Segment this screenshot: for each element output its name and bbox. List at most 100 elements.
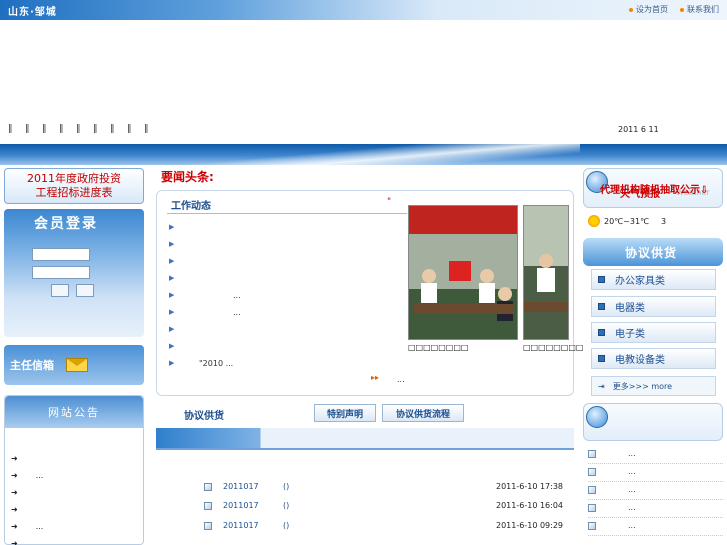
notice-item[interactable]: ➜	[11, 454, 36, 463]
doc-icon	[588, 522, 596, 530]
sun-icon	[588, 215, 600, 227]
nav-item[interactable]: ‖	[42, 124, 59, 134]
category-electronics[interactable]: 电子类	[591, 322, 716, 343]
news-item[interactable]: ▶	[169, 240, 199, 248]
supply-strip	[156, 428, 574, 448]
news-item[interactable]: ▶...	[169, 291, 241, 300]
divider	[167, 213, 407, 214]
banner-line-2: 工程招标进度表	[35, 186, 113, 199]
nav-items: ‖ ‖ ‖ ‖ ‖ ‖ ‖ ‖ ‖	[8, 124, 161, 134]
contact-us-label: 联系我们	[687, 5, 719, 14]
notice-item[interactable]: ➜	[11, 488, 36, 497]
triangle-icon: ▶	[169, 223, 175, 231]
notice-item[interactable]: ➜	[11, 539, 36, 545]
set-homepage-label: 设为首页	[636, 5, 668, 14]
nav-item[interactable]: ‖	[76, 124, 93, 134]
triangle-icon: ▶	[169, 291, 175, 299]
arrow-icon: ➜	[11, 454, 18, 463]
photo-caption[interactable]: □□□□□□□□	[523, 343, 583, 352]
news-item[interactable]: ▶...	[169, 308, 241, 317]
category-icon	[598, 329, 605, 336]
triangle-icon: ▶	[169, 274, 175, 282]
agency-row[interactable]: ...	[588, 483, 723, 500]
category-electrical[interactable]: 电器类	[591, 296, 716, 317]
quote-mark: "	[387, 197, 392, 207]
notice-item[interactable]: ➜	[11, 505, 36, 514]
news-item[interactable]: ▶	[169, 325, 199, 333]
category-icon	[598, 276, 605, 283]
meeting-photo-image	[409, 206, 517, 339]
notice-title: 网站公告	[5, 396, 143, 428]
register-button[interactable]	[76, 284, 94, 297]
nav-item[interactable]: ‖	[144, 124, 161, 134]
more-link[interactable]: ...	[397, 375, 405, 384]
nav-item[interactable]: ‖	[59, 124, 76, 134]
news-item[interactable]: ▶	[169, 274, 199, 282]
category-icon	[598, 303, 605, 310]
page: 山东·邹城 设为首页 联系我们 ‖ ‖ ‖ ‖ ‖ ‖ ‖ ‖ ‖ 2011 6…	[0, 0, 727, 545]
top-links: 设为首页 联系我们	[629, 4, 719, 15]
doc-icon	[588, 504, 596, 512]
agency-row[interactable]: ...	[588, 447, 723, 464]
left-column: 2011年度政府投资 工程招标进度表 会员登录 主任信箱 网站公告 ➜ ➜...…	[0, 165, 150, 545]
doc-icon	[204, 522, 212, 530]
arrow-icon: ➜	[11, 539, 18, 545]
photo-caption[interactable]: □□□□□□□□	[408, 343, 468, 352]
more-arrow-icon[interactable]: ▸▸	[371, 373, 379, 382]
triangle-icon: ▶	[169, 359, 175, 367]
nav-item[interactable]: ‖	[93, 124, 110, 134]
main-nav: ‖ ‖ ‖ ‖ ‖ ‖ ‖ ‖ ‖ 2011 6 11	[0, 118, 727, 142]
right-column: 天气预报 Weather 20℃~31℃ 3 协议供货 办公家具类 电器类 电子…	[580, 165, 727, 545]
triangle-icon: ▶	[169, 240, 175, 248]
supply-category-banner[interactable]: 协议供货	[583, 238, 723, 266]
investment-schedule-banner[interactable]: 2011年度政府投资 工程招标进度表	[4, 168, 144, 204]
password-input[interactable]	[32, 266, 90, 279]
agency-row[interactable]: ...	[588, 519, 723, 536]
meeting-photo-image	[524, 206, 568, 339]
bullet-icon	[680, 7, 684, 12]
doc-icon	[204, 483, 212, 491]
category-icon	[598, 355, 605, 362]
agency-selection-panel	[583, 403, 723, 441]
news-item[interactable]: ▶	[169, 257, 199, 265]
agency-row[interactable]: ...	[588, 501, 723, 518]
news-photo-meeting[interactable]	[408, 205, 518, 340]
tab-special-statement[interactable]: 特别声明	[314, 404, 376, 422]
nav-item[interactable]: ‖	[127, 124, 144, 134]
category-more-link[interactable]: ⇥ 更多>>> more	[591, 376, 716, 396]
news-photo-meeting-2[interactable]	[523, 205, 569, 340]
login-title: 会员登录	[34, 216, 98, 232]
nav-item[interactable]: ‖	[25, 124, 42, 134]
doc-icon	[588, 486, 596, 494]
divider	[156, 448, 574, 450]
supply-header: 协议供货 特别声明 协议供货流程	[156, 403, 574, 425]
notice-item[interactable]: ➜...	[11, 522, 43, 531]
set-homepage-link[interactable]: 设为首页	[629, 4, 668, 15]
news-item[interactable]: ▶	[169, 342, 199, 350]
arrow-icon: ➜	[11, 522, 18, 531]
director-mailbox-button[interactable]: 主任信箱	[4, 345, 144, 385]
agency-selection-title[interactable]: 代理机构随机抽取公示⇩	[600, 181, 708, 196]
nav-item[interactable]: ‖	[110, 124, 127, 134]
news-item[interactable]: ▶ "2010 ...	[169, 359, 233, 368]
work-news-tab[interactable]: 工作动态	[171, 197, 211, 212]
category-education-equipment[interactable]: 电教设备类	[591, 348, 716, 369]
contact-us-link[interactable]: 联系我们	[680, 4, 719, 15]
site-notice-panel: 网站公告 ➜ ➜... ➜ ➜ ➜... ➜	[4, 395, 144, 545]
nav-item[interactable]: ‖	[8, 124, 25, 134]
arrow-icon: ➜	[11, 505, 18, 514]
triangle-icon: ▶	[169, 342, 175, 350]
login-button[interactable]	[51, 284, 69, 297]
triangle-icon: ▶	[169, 308, 175, 316]
triangle-icon: ▶	[169, 257, 175, 265]
arrow-icon: ➜	[11, 488, 18, 497]
top-bar: 山东·邹城 设为首页 联系我们	[0, 0, 727, 20]
username-input[interactable]	[32, 248, 90, 261]
category-office-furniture[interactable]: 办公家具类	[591, 269, 716, 290]
agency-row[interactable]: ...	[588, 465, 723, 482]
news-item[interactable]: ▶	[169, 223, 199, 231]
tab-supply-process[interactable]: 协议供货流程	[382, 404, 464, 422]
notice-item[interactable]: ➜...	[11, 471, 43, 480]
current-date: 2011 6 11	[618, 125, 659, 134]
triangle-icon: ▶	[169, 325, 175, 333]
